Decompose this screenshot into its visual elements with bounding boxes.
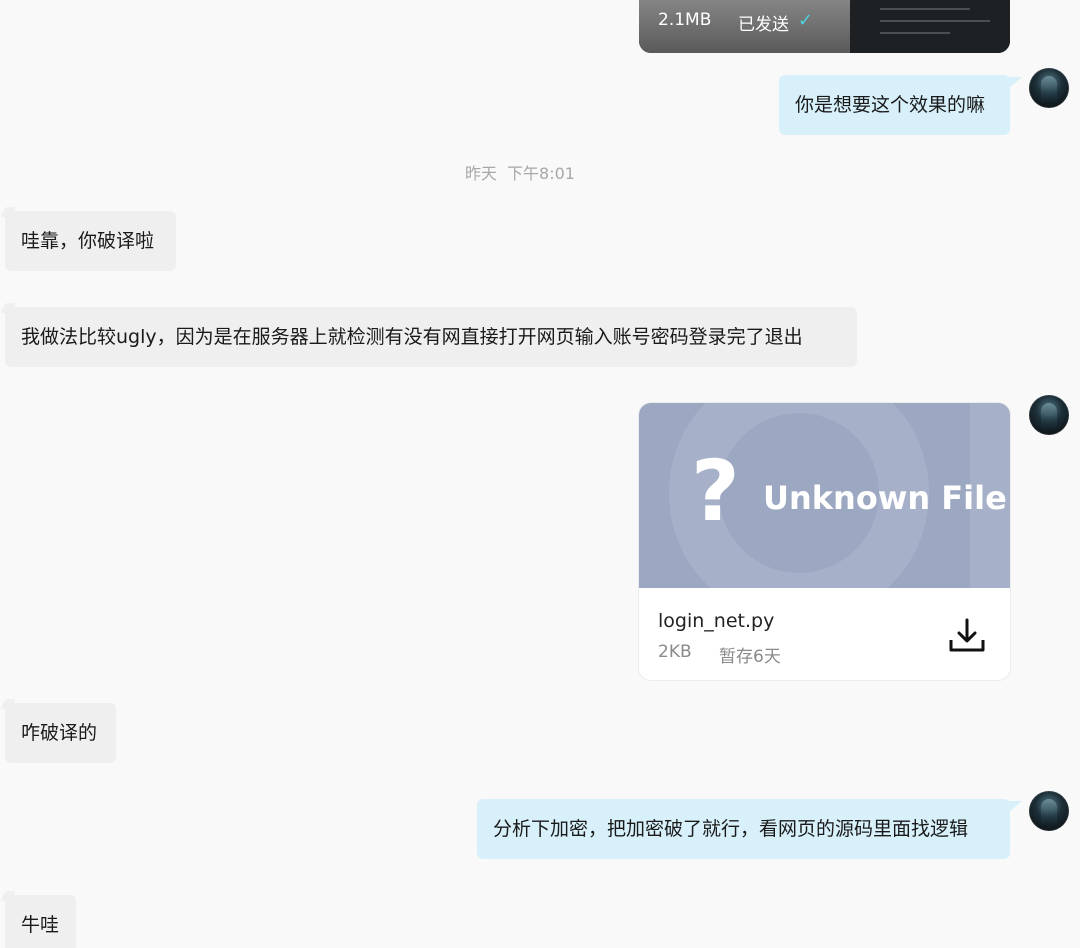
message-text: 你是想要这个效果的嘛 bbox=[795, 94, 986, 116]
unknown-file-icon: ? bbox=[691, 442, 740, 540]
sent-file-card-top[interactable]: 2.1MB 已发送 ✓ bbox=[639, 0, 1010, 53]
message-timestamp: 昨天 下午8:01 bbox=[0, 160, 1040, 184]
incoming-message[interactable]: 哇靠，你破译啦 bbox=[5, 211, 176, 271]
file-size: 2KB bbox=[658, 642, 692, 662]
timestamp-time: 下午8:01 bbox=[507, 164, 575, 183]
avatar[interactable] bbox=[1029, 395, 1069, 435]
sent-status: 已发送 bbox=[738, 15, 789, 35]
incoming-message[interactable]: 我做法比较ugly，因为是在服务器上就检测有没有网直接打开网页输入账号密码登录完… bbox=[5, 307, 857, 367]
avatar[interactable] bbox=[1029, 791, 1069, 831]
timestamp-day: 昨天 bbox=[465, 164, 498, 183]
unknown-file-label: Unknown File bbox=[763, 479, 1007, 517]
message-text: 哇靠，你破译啦 bbox=[21, 230, 155, 252]
file-preview-screenshot bbox=[850, 0, 1010, 53]
avatar[interactable] bbox=[1029, 68, 1069, 108]
incoming-message[interactable]: 咋破译的 bbox=[5, 703, 116, 763]
file-preview: ? Unknown File bbox=[639, 403, 1010, 588]
outgoing-message[interactable]: 你是想要这个效果的嘛 bbox=[779, 75, 1022, 135]
download-icon[interactable] bbox=[947, 615, 987, 655]
message-text: 我做法比较ugly，因为是在服务器上就检测有没有网直接打开网页输入账号密码登录完… bbox=[21, 326, 803, 348]
file-name: login_net.py bbox=[658, 610, 775, 632]
message-text: 分析下加密，把加密破了就行，看网页的源码里面找逻辑 bbox=[493, 818, 969, 840]
message-text: 咋破译的 bbox=[21, 722, 98, 744]
outgoing-message[interactable]: 分析下加密，把加密破了就行，看网页的源码里面找逻辑 bbox=[477, 799, 1022, 859]
file-size: 2.1MB bbox=[658, 10, 712, 30]
file-message-card[interactable]: ? Unknown File login_net.py 2KB 暂存6天 bbox=[639, 403, 1010, 680]
file-expiry: 暂存6天 bbox=[719, 647, 781, 667]
chat-window: 2.1MB 已发送 ✓ 你是想要这个效果的嘛 昨天 下午8:01 哇靠，你破译啦 … bbox=[0, 0, 1080, 948]
incoming-message[interactable]: 牛哇 bbox=[5, 895, 76, 948]
message-text: 牛哇 bbox=[21, 914, 60, 936]
check-icon: ✓ bbox=[798, 10, 814, 31]
